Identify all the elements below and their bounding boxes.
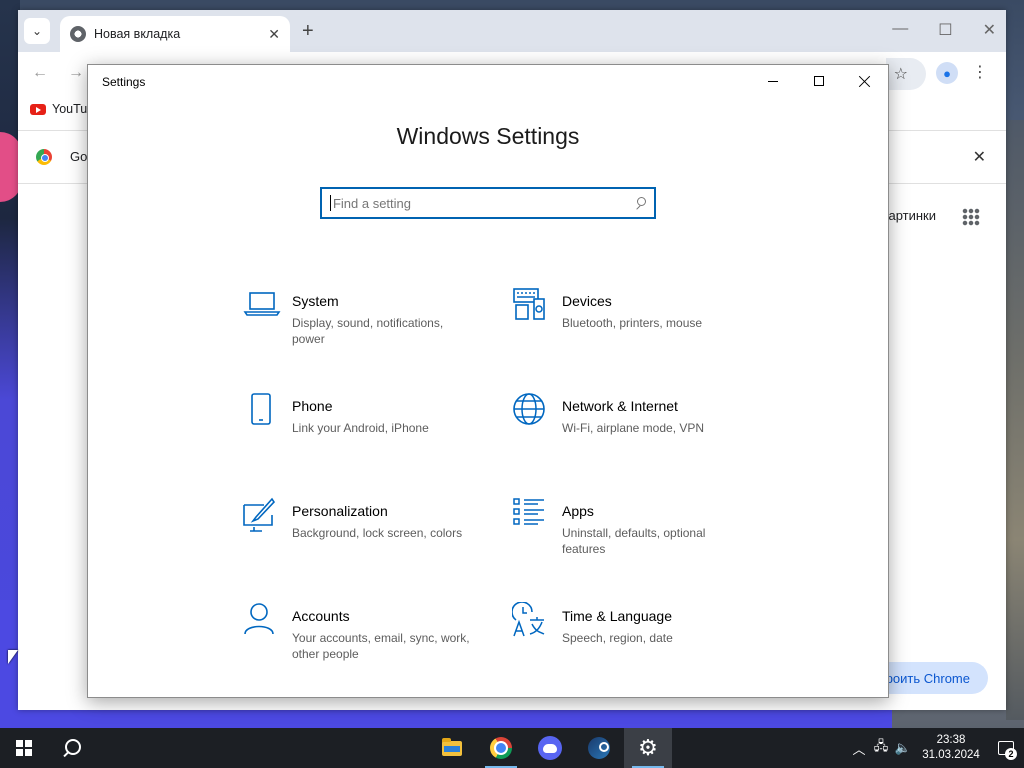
- apps-list-icon: [513, 498, 544, 525]
- maximize-icon: [814, 76, 824, 86]
- text-caret: [330, 195, 331, 211]
- steam-icon: [588, 737, 610, 759]
- windows-logo-icon: [16, 740, 32, 756]
- category-title: Time & Language: [562, 608, 672, 624]
- category-personalization[interactable]: Personalization Background, lock screen,…: [242, 497, 482, 577]
- taskbar-settings[interactable]: ⚙: [624, 728, 672, 768]
- infobar-close-icon[interactable]: ✕: [973, 147, 986, 167]
- wallpaper-right-edge: [1006, 120, 1024, 720]
- search-icon: [63, 739, 81, 757]
- category-description: Link your Android, iPhone: [292, 421, 429, 435]
- start-button[interactable]: [0, 728, 48, 768]
- taskbar-file-explorer[interactable]: [428, 728, 476, 768]
- discord-icon: [538, 736, 562, 760]
- category-title: System: [292, 293, 339, 309]
- bookmark-star-icon[interactable]: ☆: [894, 64, 908, 84]
- infobar-text: Go: [70, 149, 88, 164]
- category-phone[interactable]: Phone Link your Android, iPhone: [242, 392, 482, 472]
- category-devices[interactable]: Devices Bluetooth, printers, mouse: [512, 287, 752, 367]
- time-language-icon: [512, 602, 545, 637]
- folder-icon: [442, 737, 462, 756]
- category-description: Display, sound, notifications, power: [292, 316, 444, 346]
- settings-window: Settings Windows Settings System Display…: [87, 64, 889, 698]
- system-tray: ︿ 🖧 🔈 23:38 31.03.2024 2: [848, 728, 1024, 768]
- paint-brush-icon: [243, 497, 276, 532]
- taskbar-discord[interactable]: [526, 728, 574, 768]
- minimize-icon: [768, 80, 778, 82]
- clock-time: 23:38: [936, 734, 966, 746]
- volume-muted-icon[interactable]: 🔈: [892, 740, 914, 756]
- search-input[interactable]: [332, 195, 635, 211]
- tab-search-button[interactable]: ⌄: [24, 18, 50, 44]
- person-icon: [244, 603, 274, 635]
- category-system[interactable]: System Display, sound, notifications, po…: [242, 287, 482, 367]
- devices-icon: [513, 288, 545, 320]
- forward-arrow-icon[interactable]: →: [68, 64, 84, 82]
- category-title: Devices: [562, 293, 612, 309]
- category-description: Uninstall, defaults, optional features: [562, 526, 706, 556]
- taskbar-chrome[interactable]: [477, 728, 525, 768]
- google-apps-icon[interactable]: [962, 208, 980, 226]
- youtube-icon: [30, 103, 46, 115]
- category-description: Speech, region, date: [562, 631, 673, 645]
- profile-avatar-icon[interactable]: ●: [936, 62, 958, 84]
- settings-search-box[interactable]: [320, 187, 656, 219]
- category-time-language[interactable]: Time & Language Speech, region, date: [512, 602, 752, 682]
- chrome-tab-title: Новая вкладка: [94, 27, 181, 41]
- gear-icon: ⚙: [638, 735, 658, 760]
- notification-badge: 2: [1005, 748, 1017, 760]
- taskbar-steam[interactable]: [575, 728, 623, 768]
- settings-window-controls: [750, 65, 888, 97]
- taskbar-search-button[interactable]: [48, 728, 96, 768]
- chrome-tab-icon: [70, 26, 86, 42]
- clock[interactable]: 23:38 31.03.2024: [914, 733, 988, 763]
- category-description: Bluetooth, printers, mouse: [562, 316, 703, 330]
- category-description: Your accounts, email, sync, work, other …: [292, 631, 470, 661]
- chrome-tabbar: ⌄ Новая вкладка ✕ + — ☐ ✕: [18, 10, 1006, 52]
- back-arrow-icon[interactable]: ←: [32, 64, 48, 82]
- category-title: Apps: [562, 503, 594, 519]
- laptop-icon: [243, 292, 281, 316]
- settings-window-title: Settings: [102, 75, 146, 89]
- taskbar: ⚙ ︿ 🖧 🔈 23:38 31.03.2024 2: [0, 728, 1024, 768]
- category-description: Wi-Fi, airplane mode, VPN: [562, 421, 705, 435]
- close-tab-icon[interactable]: ✕: [268, 26, 280, 43]
- chevron-up-icon[interactable]: ︿: [848, 739, 870, 758]
- chrome-maximize-button[interactable]: ☐: [938, 20, 952, 40]
- chrome-logo-icon: [36, 149, 52, 165]
- close-button[interactable]: [842, 65, 888, 97]
- category-title: Phone: [292, 398, 333, 414]
- network-icon[interactable]: 🖧: [870, 737, 892, 759]
- category-title: Network & Internet: [562, 398, 678, 414]
- category-title: Personalization: [292, 503, 388, 519]
- chrome-close-button[interactable]: ✕: [983, 20, 996, 40]
- notification-center-button[interactable]: 2: [988, 728, 1024, 768]
- minimize-button[interactable]: [750, 65, 796, 97]
- mouse-cursor: [8, 650, 18, 664]
- maximize-button[interactable]: [796, 65, 842, 97]
- chrome-icon: [490, 737, 512, 759]
- globe-icon: [513, 393, 545, 425]
- category-accounts[interactable]: Accounts Your accounts, email, sync, wor…: [242, 602, 482, 682]
- category-title: Accounts: [292, 608, 350, 624]
- new-tab-button[interactable]: +: [302, 20, 314, 43]
- chrome-tab[interactable]: Новая вкладка ✕: [60, 16, 290, 52]
- category-network-internet[interactable]: Network & Internet Wi-Fi, airplane mode,…: [512, 392, 752, 472]
- images-link[interactable]: Картинки: [881, 208, 936, 223]
- chrome-window-controls: — ☐ ✕: [892, 20, 996, 40]
- category-apps[interactable]: Apps Uninstall, defaults, optional featu…: [512, 497, 752, 577]
- phone-icon: [251, 393, 271, 425]
- page-title: Windows Settings: [396, 123, 580, 149]
- settings-titlebar: Settings: [88, 65, 888, 99]
- close-icon: [859, 75, 871, 87]
- chrome-minimize-button[interactable]: —: [892, 20, 908, 40]
- search-icon[interactable]: [635, 197, 647, 209]
- chrome-menu-icon[interactable]: ⋮: [972, 62, 988, 82]
- category-description: Background, lock screen, colors: [292, 526, 463, 540]
- clock-date: 31.03.2024: [922, 749, 980, 761]
